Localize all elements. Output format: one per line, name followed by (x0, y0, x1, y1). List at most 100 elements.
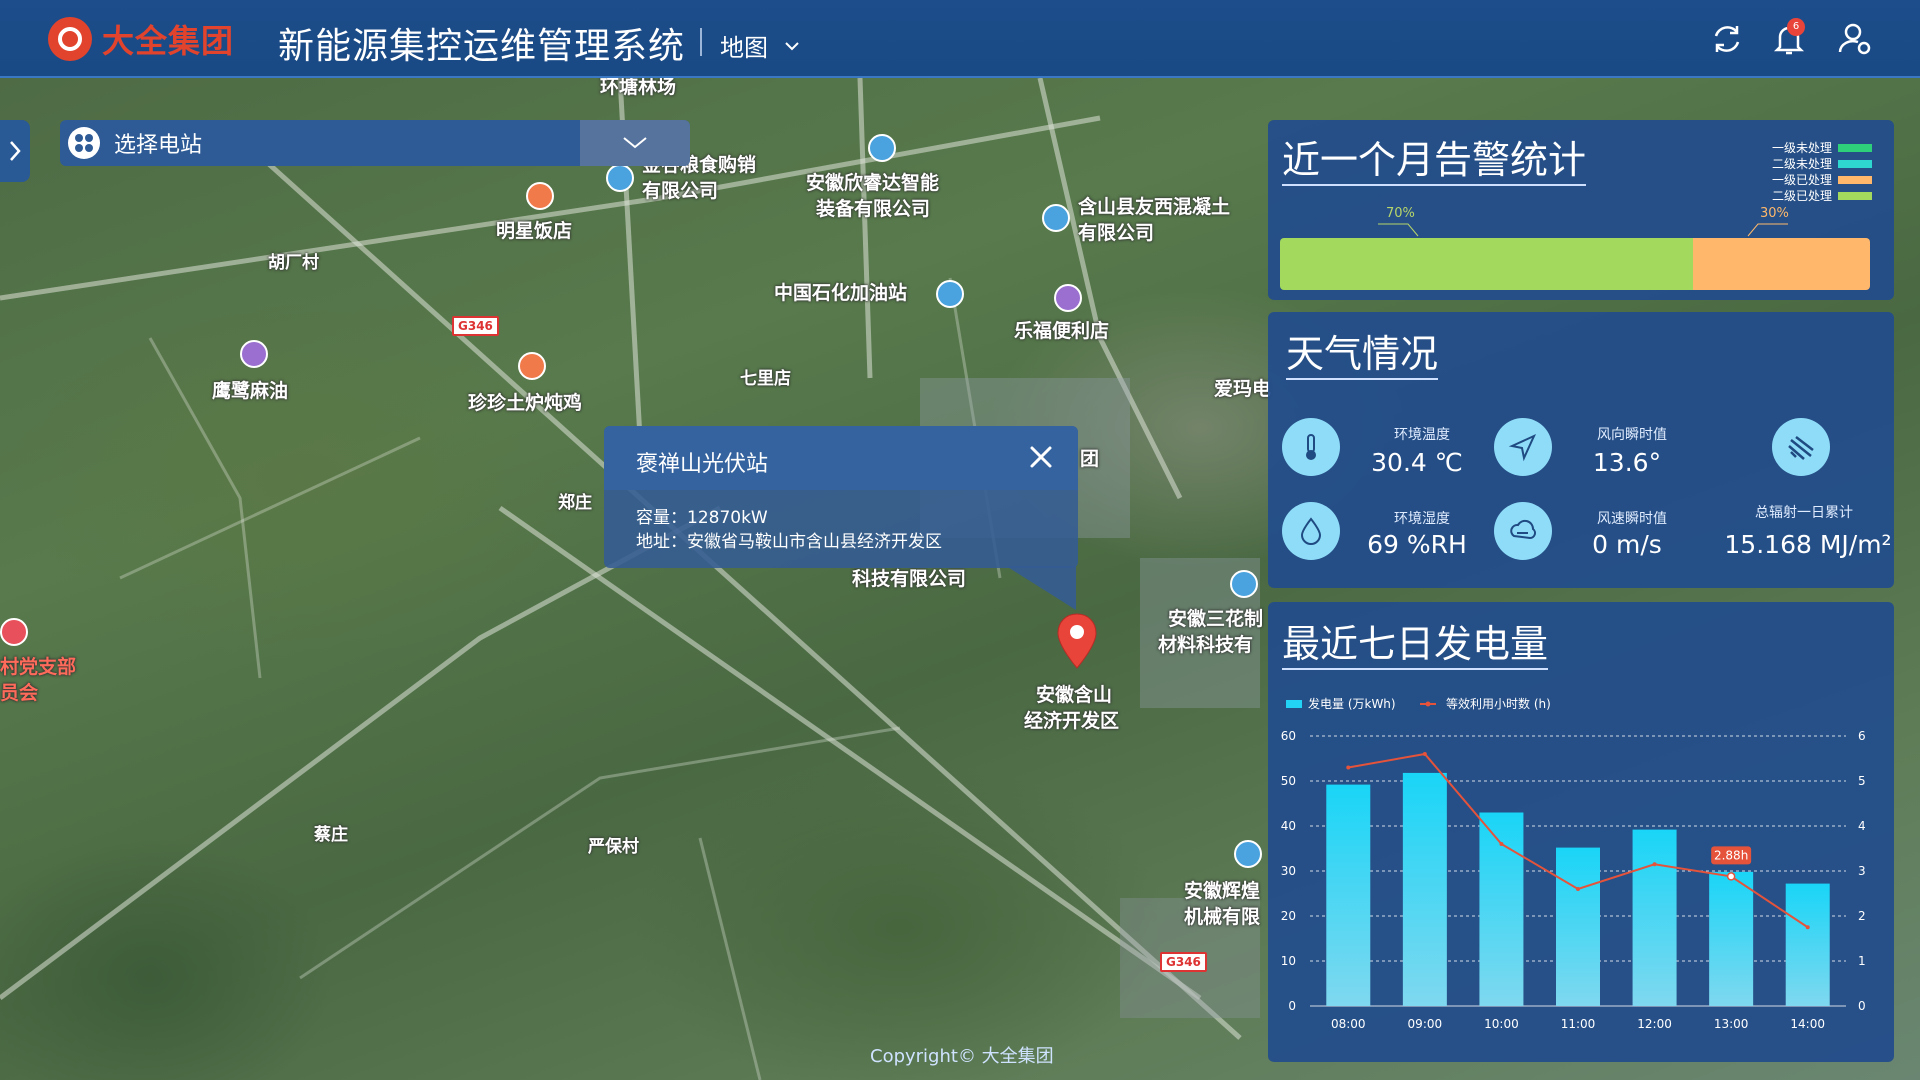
chart-line-point (1346, 765, 1351, 770)
brand-name: 大全集团 (102, 22, 235, 60)
map-poi-icon[interactable] (1234, 840, 1262, 868)
brand-logo[interactable]: 大全集团 (48, 16, 234, 62)
radiation-icon (1772, 418, 1830, 476)
station-popup: 褒禅山光伏站 容量：12870kW 地址：安徽省马鞍山市含山县经济开发区 (604, 426, 1078, 568)
legend-swatch-bar (1286, 700, 1302, 708)
map-label: 安徽含山 (1036, 684, 1113, 706)
chart-bar[interactable] (1326, 784, 1371, 1006)
weather-label: 环境湿度 (1394, 511, 1450, 527)
chart-bar[interactable] (1632, 829, 1677, 1006)
legend-label: 发电量 (万kWh) (1308, 696, 1396, 711)
weather-value: 15.168 MJ/m² (1724, 530, 1892, 559)
map-label: 经济开发区 (1024, 710, 1120, 732)
top-bar: 大全集团 新能源集控运维管理系统 地图 6 (0, 0, 1920, 78)
map-poi-icon[interactable] (868, 134, 896, 162)
map-label: 环塘林场 (600, 78, 677, 98)
y-tick-left: 10 (1281, 954, 1296, 968)
weather-label: 总辐射一日累计 (1755, 505, 1853, 521)
map-label: 郑庄 (558, 493, 592, 513)
weather-label: 风向瞬时值 (1597, 427, 1667, 443)
refresh-icon[interactable] (1708, 20, 1746, 58)
generation-panel: 最近七日发电量 0 10 20 30 40 50 60 0 1 2 3 4 5 6 08:00 09:00 10… (1268, 602, 1894, 1062)
shop-icon[interactable] (1054, 284, 1082, 312)
map-copyright: Copyright© 大全集团 (870, 1046, 1054, 1067)
legend-swatch (1838, 144, 1872, 152)
restaurant-icon[interactable] (518, 352, 546, 380)
x-tick: 08:00 (1331, 1017, 1366, 1031)
map-poi-icon[interactable] (1230, 570, 1258, 598)
view-label: 地图 (720, 34, 768, 62)
chart-bar[interactable] (1785, 883, 1830, 1006)
map-label: 安徽三花制 (1168, 608, 1264, 630)
legend-item: 二级已处理 (1772, 188, 1872, 204)
panel-title: 近一个月告警统计 (1282, 136, 1587, 186)
restaurant-icon[interactable] (526, 182, 554, 210)
map-label: 七里店 (740, 369, 791, 389)
y-tick-right: 1 (1858, 954, 1866, 968)
legend-item: 一级未处理 (1772, 140, 1872, 156)
map-label: 明星饭店 (496, 220, 573, 242)
map-label: 材料科技有 (1158, 634, 1254, 656)
notification-badge: 6 (1787, 18, 1805, 36)
map-label: 乐福便利店 (1014, 320, 1110, 342)
x-tick: 12:00 (1637, 1017, 1672, 1031)
legend-swatch (1838, 176, 1872, 184)
landmark-icon[interactable] (0, 618, 28, 646)
gas-station-icon[interactable] (936, 280, 964, 308)
alarm-bar-segment[interactable] (1280, 238, 1693, 290)
popup-title: 褒禅山光伏站 (636, 452, 769, 477)
chart-line-point (1805, 925, 1810, 930)
map-label: 有限公司 (1078, 222, 1155, 244)
generation-chart[interactable]: 0 10 20 30 40 50 60 0 1 2 3 4 5 6 08:00 09:00 10:00 11:00… (1268, 602, 1894, 1062)
map-poi-icon[interactable] (1042, 204, 1070, 232)
road-shield: G346 (452, 316, 499, 336)
y-tick-right: 0 (1858, 999, 1866, 1013)
x-tick: 13:00 (1714, 1017, 1749, 1031)
x-tick: 14:00 (1790, 1017, 1825, 1031)
y-tick-left: 50 (1281, 774, 1296, 788)
sidebar-toggle[interactable] (0, 120, 30, 182)
map-label: 鹰鹭麻油 (212, 380, 289, 402)
chart-bar[interactable] (1402, 772, 1447, 1006)
y-tick-right: 3 (1858, 864, 1866, 878)
weather-panel: 天气情况 环境温度 30.4 ℃ 风向瞬时值 13.6° 环境湿度 69 %RH… (1268, 312, 1894, 588)
map-label: 胡厂村 (268, 253, 319, 273)
station-select[interactable]: 选择电站 (60, 120, 690, 166)
chevron-right-icon (10, 141, 21, 161)
shop-icon[interactable] (240, 340, 268, 368)
weather-value: 13.6° (1592, 448, 1662, 477)
station-marker-icon[interactable] (1056, 612, 1098, 670)
chart-bar[interactable] (1479, 812, 1524, 1007)
x-tick: 10:00 (1484, 1017, 1519, 1031)
user-settings-icon[interactable] (1836, 20, 1874, 58)
weather-label: 环境温度 (1394, 427, 1450, 443)
map-poi-icon[interactable] (606, 164, 634, 192)
annotation-label: 2.88h (1714, 848, 1748, 862)
station-select-label: 选择电站 (114, 133, 203, 158)
popup-pointer (1006, 566, 1076, 610)
chart-bar[interactable] (1556, 847, 1600, 1006)
chart-line-point (1576, 887, 1580, 891)
legend-swatch-dot (1425, 701, 1431, 707)
y-tick-right: 5 (1858, 774, 1866, 788)
popup-address: 地址：安徽省马鞍山市含山县经济开发区 (636, 530, 1046, 554)
legend-label: 一级未处理 (1771, 141, 1832, 155)
chart-bar[interactable] (1709, 871, 1754, 1006)
weather-value: 0 m/s (1592, 530, 1662, 559)
road-shield: G346 (1160, 952, 1207, 972)
alarm-legend: 一级未处理 二级未处理 一级已处理 二级已处理 (1772, 140, 1872, 204)
station-dropdown-button[interactable] (580, 120, 690, 166)
alarm-label-leaders (1378, 223, 1788, 237)
map-label: 村党支部 (0, 656, 77, 678)
capacity-label: 容量： (636, 508, 687, 528)
chart-line-point (1652, 862, 1657, 867)
map-label: 团 (1080, 448, 1100, 470)
map-label: 安徽欣睿达智能 (806, 172, 940, 194)
view-dropdown[interactable]: 地图 (720, 28, 800, 63)
y-tick-right: 4 (1858, 819, 1866, 833)
alarm-stacked-bar[interactable] (1280, 238, 1870, 290)
alarm-bar-segment[interactable] (1693, 238, 1870, 290)
close-icon[interactable] (1026, 442, 1056, 472)
map-label: 员会 (0, 682, 39, 704)
legend-label: 一级已处理 (1771, 173, 1832, 187)
